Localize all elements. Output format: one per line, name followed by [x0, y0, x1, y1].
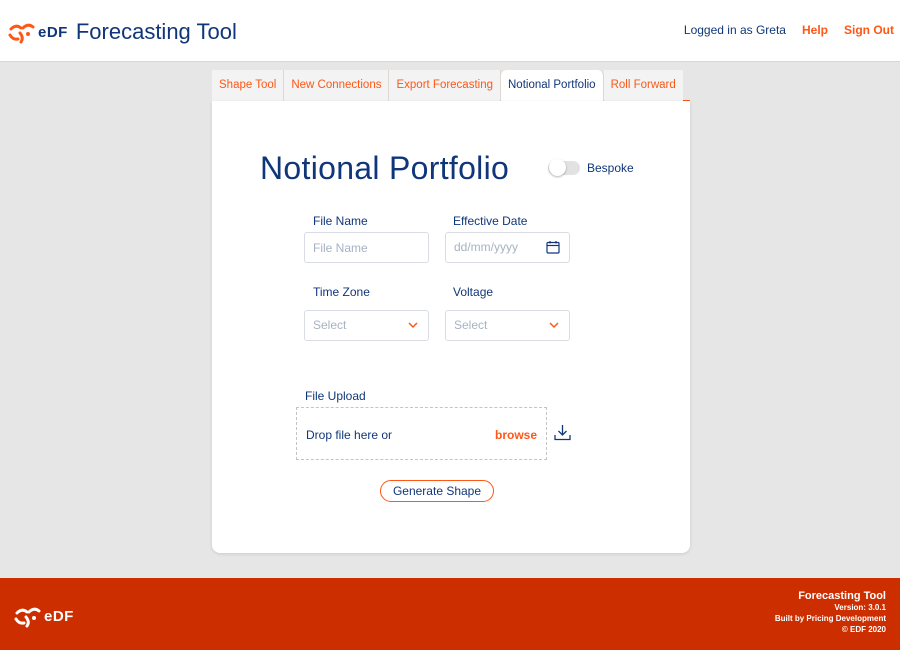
tab-export-forecasting[interactable]: Export Forecasting — [389, 70, 501, 101]
footer-title: Forecasting Tool — [798, 590, 886, 602]
app-footer: eDF Forecasting Tool Version: 3.0.1 Buil… — [0, 578, 900, 650]
footer-logo-wordmark: eDF — [44, 607, 74, 625]
header-user-nav: Logged in as Greta Help Sign Out — [684, 23, 894, 37]
footer-version: Version: 3.0.1 — [834, 603, 886, 612]
help-link[interactable]: Help — [802, 23, 828, 37]
time-zone-label: Time Zone — [313, 285, 370, 299]
page-title: Notional Portfolio — [260, 150, 510, 186]
tab-bar: Shape Tool New Connections Export Foreca… — [212, 70, 690, 102]
footer-built-by: Built by Pricing Development — [774, 614, 886, 623]
chevron-down-icon — [549, 322, 559, 329]
voltage-value: Select — [454, 318, 488, 332]
file-name-label: File Name — [313, 214, 368, 228]
bespoke-toggle[interactable] — [548, 159, 580, 176]
chevron-down-icon — [408, 322, 418, 329]
time-zone-select[interactable]: Select — [304, 310, 429, 341]
time-zone-value: Select — [313, 318, 347, 332]
file-upload-label: File Upload — [305, 389, 366, 403]
tab-notional-portfolio[interactable]: Notional Portfolio — [501, 70, 604, 102]
tab-new-connections[interactable]: New Connections — [284, 70, 390, 101]
generate-shape-button[interactable]: Generate Shape — [380, 480, 494, 502]
file-name-input[interactable] — [313, 233, 428, 262]
download-icon[interactable] — [554, 424, 571, 441]
file-name-field — [304, 232, 429, 263]
app-title: Forecasting Tool — [75, 19, 237, 44]
logged-in-status: Logged in as Greta — [683, 23, 786, 37]
brand[interactable]: eDF Forecasting Tool — [8, 18, 237, 46]
effective-date-field[interactable]: dd/mm/yyyy — [445, 232, 570, 263]
toggle-knob — [549, 159, 566, 176]
effective-date-label: Effective Date — [453, 214, 528, 228]
tab-roll-forward[interactable]: Roll Forward — [603, 70, 683, 101]
calendar-icon[interactable] — [546, 240, 560, 254]
tab-shape-tool[interactable]: Shape Tool — [212, 70, 285, 101]
footer-info: Forecasting Tool Version: 3.0.1 Built by… — [775, 590, 886, 635]
app-header: eDF Forecasting Tool Logged in as Greta … — [0, 0, 900, 62]
logo-wordmark: eDF — [38, 23, 68, 41]
edf-logo-icon — [14, 607, 41, 628]
voltage-label: Voltage — [453, 285, 494, 299]
edf-logo-icon — [8, 23, 35, 44]
footer-logo: eDF — [14, 604, 74, 628]
drop-file-text: Drop file here or — [306, 428, 393, 442]
sign-out-link[interactable]: Sign Out — [844, 23, 894, 37]
browse-link[interactable]: browse — [495, 428, 537, 442]
effective-date-placeholder: dd/mm/yyyy — [454, 240, 519, 254]
voltage-select[interactable]: Select — [445, 310, 570, 341]
file-drop-zone[interactable]: Drop file here or browse — [296, 407, 547, 460]
bespoke-toggle-label: Bespoke — [587, 161, 634, 175]
footer-copyright: © EDF 2020 — [841, 625, 886, 634]
